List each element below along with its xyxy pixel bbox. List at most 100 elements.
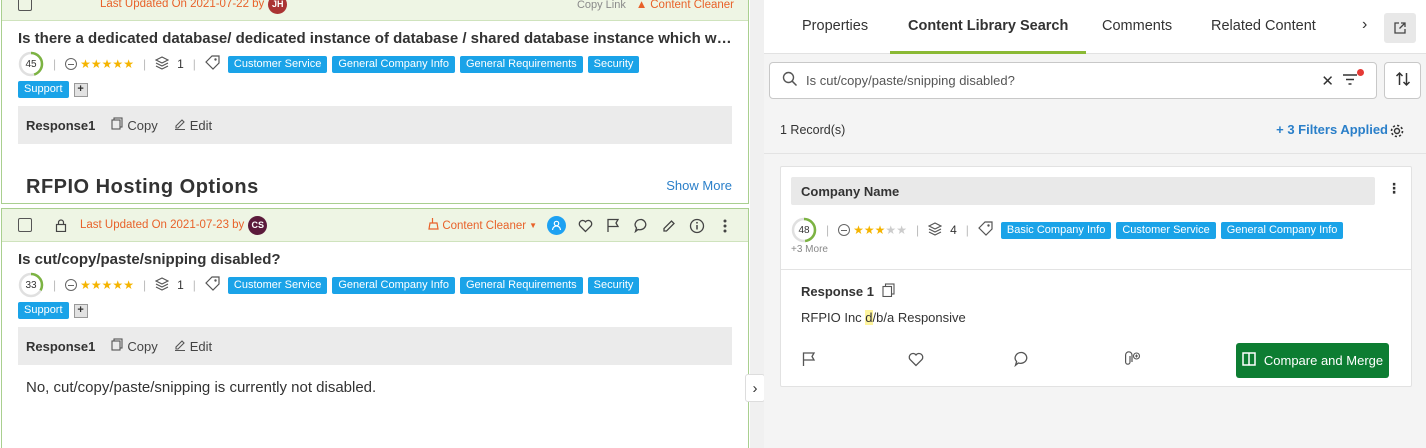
star-icon[interactable]: ★ <box>853 223 864 237</box>
popout-icon[interactable] <box>1384 13 1416 43</box>
search-input[interactable]: Is cut/copy/paste/snipping disabled? ✕ <box>769 62 1377 99</box>
add-tag-button[interactable]: + <box>73 303 88 318</box>
heart-icon[interactable] <box>576 217 594 235</box>
search-highlight: d <box>865 310 873 325</box>
star-icon[interactable]: ★ <box>885 223 896 237</box>
comment-icon[interactable] <box>1014 351 1030 370</box>
last-updated-text: Last Updated On 2021-07-22 by <box>100 0 265 10</box>
star-icon[interactable]: ★ <box>80 278 91 292</box>
library-card-1: Last Updated On 2021-07-22 by JH Copy Li… <box>1 0 749 204</box>
tag[interactable]: Customer Service <box>1116 221 1216 239</box>
star-icon[interactable]: ★ <box>80 57 91 71</box>
star-rating[interactable]: ★★★★★ <box>80 57 134 71</box>
star-icon[interactable]: ★ <box>123 278 134 292</box>
flag-icon[interactable] <box>801 351 817 370</box>
star-icon[interactable]: ★ <box>875 223 886 237</box>
tag[interactable]: Basic Company Info <box>1000 221 1112 239</box>
star-rating[interactable]: ★★★★★ <box>80 278 134 292</box>
heart-icon[interactable] <box>908 352 924 370</box>
chevron-down-icon: ▼ <box>529 221 537 230</box>
star-icon[interactable]: ★ <box>91 278 102 292</box>
side-panel: Properties Content Library Search Commen… <box>764 0 1426 448</box>
show-more-link[interactable]: Show More <box>666 178 732 193</box>
clear-search-icon[interactable]: ✕ <box>1321 72 1334 90</box>
compare-and-merge-button[interactable]: Compare and Merge <box>1236 343 1389 378</box>
sort-button[interactable] <box>1384 62 1421 99</box>
response-bar: Response1 Copy Edit <box>18 327 732 365</box>
copy-link-button[interactable]: Copy Link <box>577 0 626 11</box>
question-title[interactable]: Is there a dedicated database/ dedicated… <box>2 21 748 49</box>
star-icon[interactable]: ★ <box>102 278 113 292</box>
pencil-icon[interactable] <box>660 217 678 235</box>
remove-rating-icon[interactable] <box>65 58 78 70</box>
search-icon <box>782 71 798 90</box>
star-icon[interactable]: ★ <box>896 223 907 237</box>
star-rating[interactable]: ★★★★★ <box>853 223 907 237</box>
tag[interactable]: General Company Info <box>332 276 455 294</box>
tag[interactable]: Support <box>18 81 69 98</box>
remove-rating-icon[interactable] <box>65 279 78 291</box>
layers-icon <box>154 276 170 294</box>
flag-icon[interactable] <box>604 217 622 235</box>
tab-content-library-search[interactable]: Content Library Search <box>890 0 1087 54</box>
tag[interactable]: Security <box>587 55 640 73</box>
card-meta: 45 | ★★★★★ | 1 | Customer Service Genera… <box>2 49 692 98</box>
card-header-actions: Content Cleaner ▼ <box>428 209 734 242</box>
avatar: CS <box>248 215 268 235</box>
result-header[interactable]: Company Name <box>791 177 1375 205</box>
question-title[interactable]: Is cut/copy/paste/snipping disabled? <box>2 242 748 270</box>
more-tags-link[interactable]: +3 More <box>791 244 828 255</box>
edit-button[interactable]: Edit <box>174 118 212 133</box>
kebab-menu-icon[interactable] <box>716 217 734 235</box>
content-cleaner-label: Content Cleaner <box>650 0 734 11</box>
copy-label: Copy <box>127 338 158 354</box>
score-value: 48 <box>798 224 810 236</box>
response-bar: Response1 Copy Edit <box>18 106 732 144</box>
tag[interactable]: General Requirements <box>459 55 583 73</box>
content-cleaner-button[interactable]: Content Cleaner ▼ <box>428 218 537 233</box>
edit-button[interactable]: Edit <box>174 339 212 354</box>
tag-icon <box>205 276 220 294</box>
comment-icon[interactable] <box>632 217 650 235</box>
attachment-icon[interactable] <box>1121 351 1141 370</box>
remove-rating-icon[interactable] <box>838 224 851 236</box>
star-icon[interactable]: ★ <box>91 57 102 71</box>
tabs-scroll-right-icon[interactable]: › <box>1362 16 1367 34</box>
answer-text-end: /b/a Responsive <box>872 310 966 325</box>
tab-properties[interactable]: Properties <box>784 0 886 52</box>
usage-count: 1 <box>177 278 184 292</box>
tab-related-content[interactable]: Related Content <box>1193 0 1334 52</box>
score-value: 45 <box>25 58 37 70</box>
copy-button[interactable]: Copy <box>111 117 158 133</box>
star-icon[interactable]: ★ <box>123 57 134 71</box>
content-cleaner-button[interactable]: ▲ Content Cleaner <box>636 0 734 11</box>
tag[interactable]: General Requirements <box>459 276 583 294</box>
collapse-pane-button[interactable]: › <box>745 374 765 402</box>
star-icon[interactable]: ★ <box>112 278 123 292</box>
star-icon[interactable]: ★ <box>102 57 113 71</box>
select-checkbox[interactable] <box>18 218 32 232</box>
select-checkbox[interactable] <box>18 0 32 11</box>
gear-icon[interactable] <box>1389 123 1405 139</box>
assign-user-icon[interactable] <box>547 216 566 235</box>
info-icon[interactable] <box>688 217 706 235</box>
records-bar: 1 Record(s) + 3 Filters Applied <box>764 100 1426 154</box>
copy-icon[interactable] <box>882 283 895 300</box>
lock-icon[interactable] <box>54 218 68 232</box>
search-input-value: Is cut/copy/paste/snipping disabled? <box>806 73 1015 88</box>
compare-and-merge-label: Compare and Merge <box>1263 353 1384 368</box>
tag[interactable]: General Company Info <box>1220 221 1344 239</box>
filters-applied-link[interactable]: + 3 Filters Applied <box>1276 122 1388 137</box>
filter-icon[interactable] <box>1342 69 1364 90</box>
tab-comments[interactable]: Comments <box>1084 0 1190 52</box>
tag[interactable]: Customer Service <box>227 276 328 294</box>
kebab-menu-icon[interactable]: ⋮ <box>1387 180 1401 197</box>
star-icon[interactable]: ★ <box>864 223 875 237</box>
copy-button[interactable]: Copy <box>111 338 158 354</box>
add-tag-button[interactable]: + <box>73 82 88 97</box>
tag[interactable]: Security <box>587 276 640 294</box>
star-icon[interactable]: ★ <box>112 57 123 71</box>
tag[interactable]: Support <box>18 302 69 319</box>
tag[interactable]: Customer Service <box>227 55 328 73</box>
tag[interactable]: General Company Info <box>332 55 455 73</box>
